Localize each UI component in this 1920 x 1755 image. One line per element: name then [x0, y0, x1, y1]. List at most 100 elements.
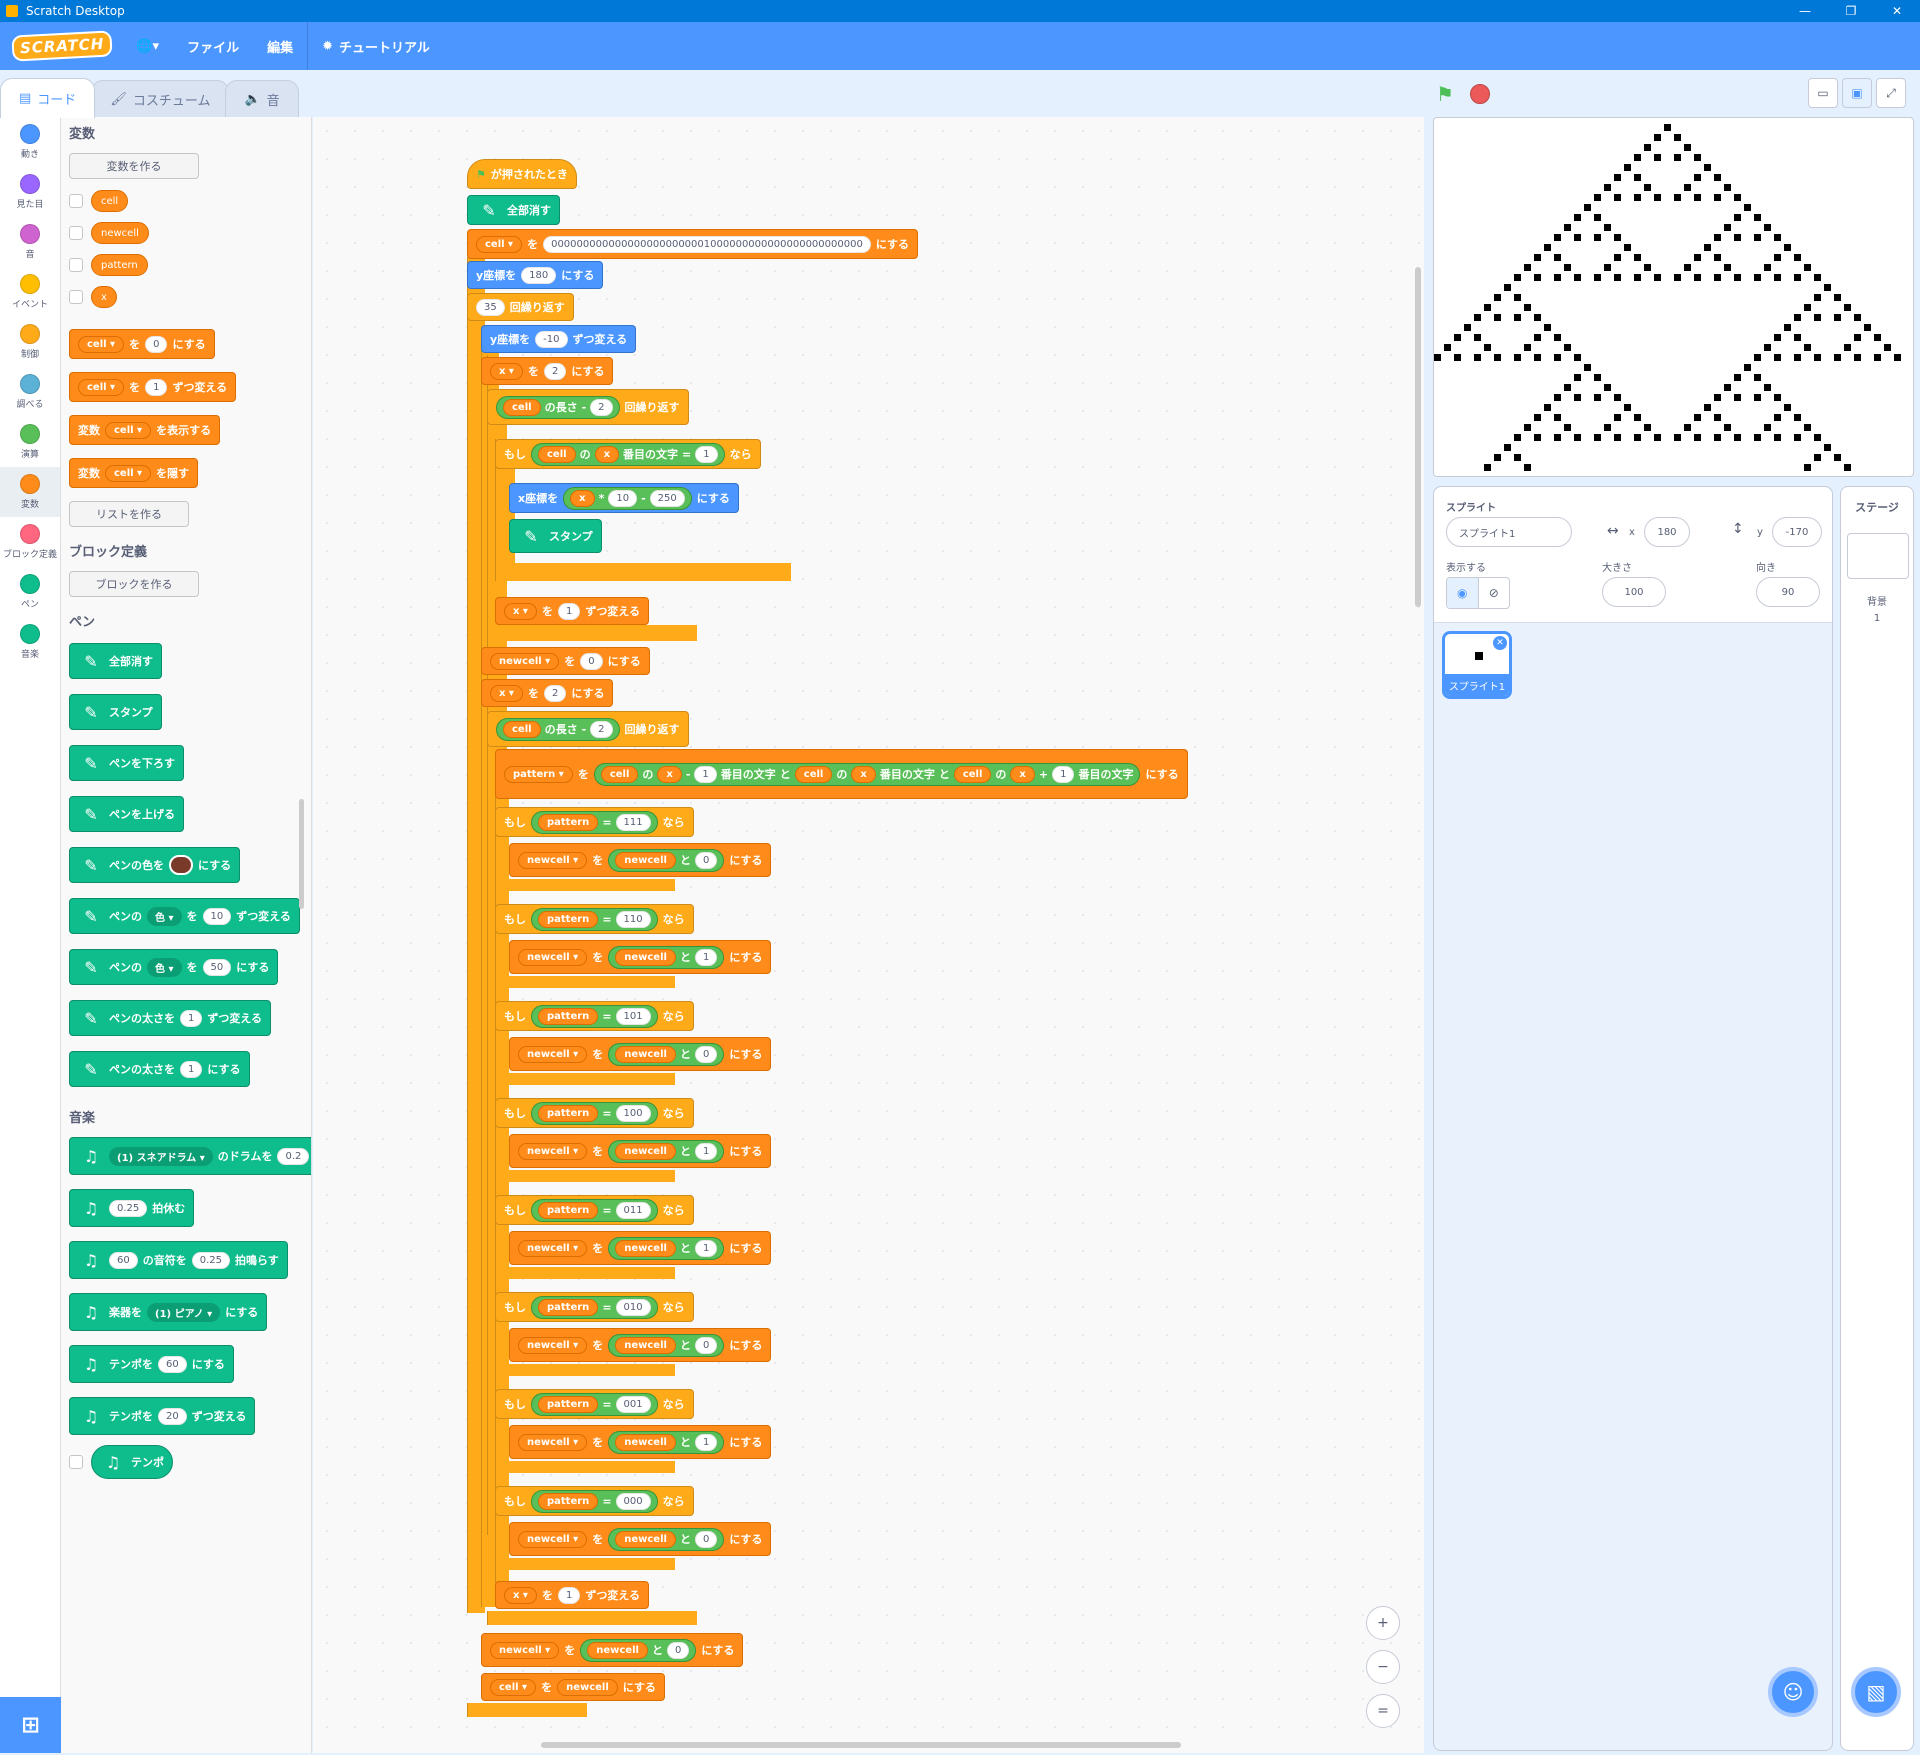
value-input[interactable]: 1 — [557, 1586, 581, 1604]
category-2[interactable]: 音 — [0, 217, 60, 267]
scratch-logo[interactable]: SCRATCH — [11, 30, 113, 62]
var-dropdown[interactable]: newcell ▾ — [490, 1641, 560, 1659]
file-menu[interactable]: ファイル — [173, 22, 253, 70]
variable-reporter[interactable]: newcell — [615, 1530, 676, 1548]
variable-reporter[interactable]: pattern — [538, 1492, 599, 1510]
operator-reporter[interactable]: newcell と 0 — [608, 1333, 725, 1357]
var-pattern[interactable]: pattern — [91, 254, 148, 276]
value-input[interactable]: 111 — [615, 813, 651, 831]
sprite-name-input[interactable]: スプライト1 — [1446, 517, 1572, 547]
tempo-checkbox[interactable] — [69, 1455, 83, 1469]
variable-reporter[interactable]: cell — [503, 720, 541, 738]
zoom-out-button[interactable]: − — [1366, 1650, 1400, 1684]
operator-reporter[interactable]: newcell と 0 — [580, 1638, 697, 1662]
variable-reporter[interactable]: x — [594, 445, 620, 463]
set-variable-block[interactable]: cell ▾ を 0 にする — [69, 329, 215, 359]
value-input[interactable]: 1 — [180, 1060, 203, 1078]
change-y-block[interactable]: y座標を -10 ずつ変える — [481, 325, 637, 353]
var-dropdown[interactable]: cell ▾ — [490, 1678, 537, 1696]
value-input[interactable]: 0000000000000000000000001000000000000000… — [543, 235, 871, 253]
variable-reporter[interactable]: newcell — [615, 948, 676, 966]
var-dropdown[interactable]: x ▾ — [490, 362, 523, 380]
eye-icon[interactable]: ◉ — [1447, 578, 1478, 608]
category-1[interactable]: 見た目 — [0, 167, 60, 217]
value-input[interactable]: 0.25 — [109, 1199, 148, 1217]
var-dropdown[interactable]: cell ▾ — [105, 464, 152, 482]
if-pattern-block[interactable]: もし pattern = 010 なら — [495, 1292, 694, 1322]
var-dropdown[interactable]: newcell ▾ — [518, 1530, 588, 1548]
show-variable-block[interactable]: 変数 cell ▾ を表示する — [69, 415, 221, 445]
category-5[interactable]: 調べる — [0, 367, 60, 417]
pen-color-block[interactable]: ✎ ペンの色を にする — [69, 847, 241, 883]
param-dropdown[interactable]: 色 ▾ — [147, 957, 182, 977]
var-dropdown[interactable]: newcell ▾ — [518, 1045, 588, 1063]
workspace-h-scrollbar[interactable] — [541, 1742, 1181, 1748]
operator-reporter[interactable]: newcell と 0 — [608, 1042, 725, 1066]
variable-reporter[interactable]: pattern — [538, 1298, 599, 1316]
set-newcell-join-block[interactable]: newcell ▾ を newcell と 1 にする — [509, 1231, 772, 1265]
make-variable-button[interactable]: 変数を作る — [69, 153, 199, 179]
choose-backdrop-button[interactable]: ▧ — [1851, 1667, 1901, 1717]
x-input[interactable]: 180 — [1644, 517, 1690, 547]
value-input[interactable]: 0 — [666, 1641, 690, 1659]
var-dropdown[interactable]: x ▾ — [504, 1586, 537, 1604]
green-flag-icon[interactable]: ⚑ — [1436, 82, 1454, 106]
value-input[interactable]: 1 — [694, 948, 718, 966]
variable-reporter[interactable]: x — [851, 765, 876, 783]
backdrop-thumbnail[interactable] — [1847, 533, 1909, 579]
value-input[interactable]: 1 — [694, 765, 717, 783]
category-6[interactable]: 演算 — [0, 417, 60, 467]
play-note-block[interactable]: ♫ 60 の音符を 0.25 拍鳴らす — [69, 1241, 288, 1279]
var-dropdown[interactable]: newcell ▾ — [518, 851, 588, 869]
change-tempo-block[interactable]: ♫ テンポを 20 ずつ変える — [69, 1397, 256, 1435]
pen-stamp-block[interactable]: ✎ スタンプ — [69, 694, 162, 730]
value-input[interactable]: 1 — [694, 1142, 718, 1160]
variable-reporter[interactable]: x — [570, 489, 595, 507]
value-input[interactable]: 010 — [615, 1298, 651, 1316]
operator-reporter[interactable]: cell の x 番目の文字 = 1 — [531, 442, 725, 466]
final-newcell-block[interactable]: newcell ▾ を newcell と 0 にする — [481, 1633, 744, 1667]
operator-reporter[interactable]: newcell と 0 — [608, 1527, 725, 1551]
value-input[interactable]: 0.2 — [277, 1147, 310, 1165]
instrument-dropdown[interactable]: (1) ピアノ ▾ — [147, 1302, 221, 1322]
var-x[interactable]: x — [91, 286, 117, 308]
variable-reporter[interactable]: x — [1010, 765, 1035, 783]
pen-set-param-block[interactable]: ✎ ペンの色 ▾ を 50 にする — [69, 949, 279, 985]
tab-code[interactable]: ▤ コード — [0, 78, 96, 118]
operator-reporter[interactable]: pattern = 101 — [531, 1004, 658, 1028]
sprite-thumbnail[interactable]: ✕ スプライト1 — [1442, 631, 1512, 699]
operator-reporter[interactable]: newcell と 1 — [608, 1236, 725, 1260]
variable-reporter[interactable]: pattern — [538, 1395, 599, 1413]
tutorial-menu[interactable]: ✹ チュートリアル — [308, 22, 444, 70]
repeat-35-block[interactable]: 35 回繰り返す — [467, 293, 574, 321]
category-4[interactable]: 制御 — [0, 317, 60, 367]
if-pattern-block[interactable]: もし pattern = 100 なら — [495, 1098, 694, 1128]
variable-reporter[interactable]: cell — [503, 398, 541, 416]
variable-reporter[interactable]: newcell — [615, 1142, 676, 1160]
var-cell[interactable]: cell — [91, 190, 129, 212]
change-variable-block[interactable]: cell ▾ を 1 ずつ変える — [69, 372, 237, 402]
change-x-block[interactable]: x ▾ を 1 ずつ変える — [495, 1581, 649, 1609]
value-input[interactable]: 1 — [145, 378, 168, 396]
value-input[interactable]: 50 — [202, 958, 232, 976]
var-checkbox[interactable] — [69, 290, 83, 304]
var-dropdown[interactable]: newcell ▾ — [518, 1433, 588, 1451]
value-input[interactable]: 2 — [590, 720, 613, 738]
category-10[interactable]: 音楽 — [0, 617, 60, 667]
var-checkbox[interactable] — [69, 258, 83, 272]
variable-reporter[interactable]: x — [657, 765, 682, 783]
var-dropdown[interactable]: newcell ▾ — [490, 652, 560, 670]
set-newcell-join-block[interactable]: newcell ▾ を newcell と 0 にする — [509, 843, 772, 877]
delete-sprite-icon[interactable]: ✕ — [1493, 636, 1507, 650]
edit-menu[interactable]: 編集 — [253, 22, 307, 70]
add-extension-button[interactable]: ⊞ — [0, 1697, 61, 1753]
value-input[interactable]: 2 — [543, 362, 567, 380]
operator-reporter[interactable]: cell の x -1 番目の文字と cell の x 番目の文字と cell の x +1 番目の文字 — [593, 762, 1141, 786]
set-tempo-block[interactable]: ♫ テンポを 60 にする — [69, 1345, 234, 1383]
value-input[interactable]: 180 — [521, 266, 557, 284]
category-3[interactable]: イベント — [0, 267, 60, 317]
operator-reporter[interactable]: newcell と 1 — [608, 1430, 725, 1454]
var-dropdown[interactable]: newcell ▾ — [518, 1239, 588, 1257]
small-stage-icon[interactable]: ▭ — [1808, 78, 1838, 108]
operator-reporter[interactable]: newcell と 0 — [608, 848, 725, 872]
